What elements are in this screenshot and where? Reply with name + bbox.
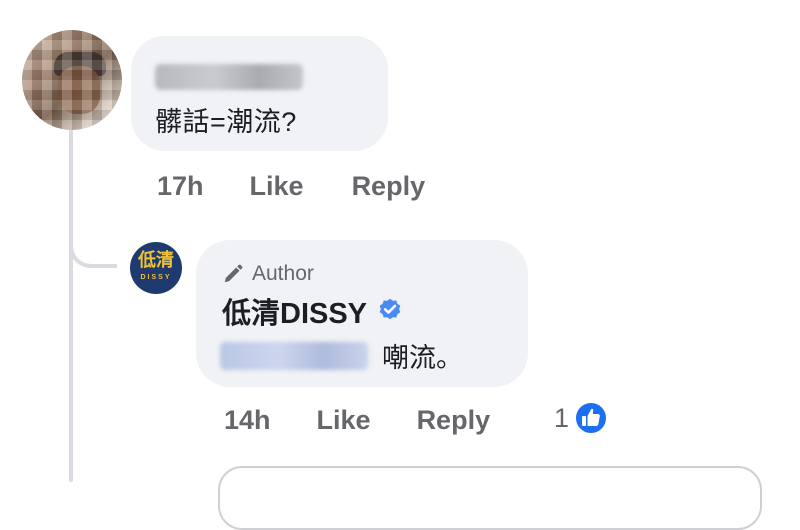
like-button[interactable]: Like	[317, 405, 371, 436]
reply-button[interactable]: Reply	[352, 171, 426, 202]
thread-connector	[69, 222, 117, 268]
avatar-pixelation	[22, 30, 122, 130]
author-badge-label: Author	[252, 262, 314, 285]
reply-button[interactable]: Reply	[417, 405, 491, 436]
reaction-summary[interactable]: 1	[554, 400, 609, 436]
reply-bubble: Author 低清DISSY 嘲流。	[196, 240, 528, 387]
comment-actions: 17h Like Reply	[157, 170, 425, 202]
reply-timestamp[interactable]: 14h	[224, 405, 271, 436]
reply-text: 嘲流。	[382, 343, 463, 373]
reply-author-row: 低清DISSY	[222, 290, 403, 332]
comment-timestamp[interactable]: 17h	[157, 171, 204, 202]
logo-subtext: DISSY	[140, 274, 172, 281]
avatar[interactable]	[22, 30, 122, 130]
like-button[interactable]: Like	[250, 171, 304, 202]
author-badge: Author	[222, 262, 314, 286]
reply-body: 嘲流。	[220, 336, 463, 375]
reply-author-name[interactable]: 低清DISSY	[222, 290, 367, 332]
reply-actions: 14h Like Reply	[224, 404, 490, 436]
comment-bubble: 髒話=潮流?	[131, 36, 388, 151]
like-thumb-icon	[574, 401, 609, 435]
pencil-icon	[224, 264, 243, 283]
author-avatar[interactable]: 低清 DISSY	[130, 242, 182, 294]
reply-input-box[interactable]	[218, 466, 762, 530]
mention-tag-blurred[interactable]	[220, 341, 368, 370]
comment-text: 髒話=潮流?	[155, 107, 297, 137]
commenter-name-blurred[interactable]	[155, 64, 303, 90]
logo-text: 低清	[138, 250, 174, 270]
verified-check-icon	[377, 296, 403, 327]
reaction-count: 1	[554, 402, 570, 433]
thread-line	[69, 122, 73, 482]
